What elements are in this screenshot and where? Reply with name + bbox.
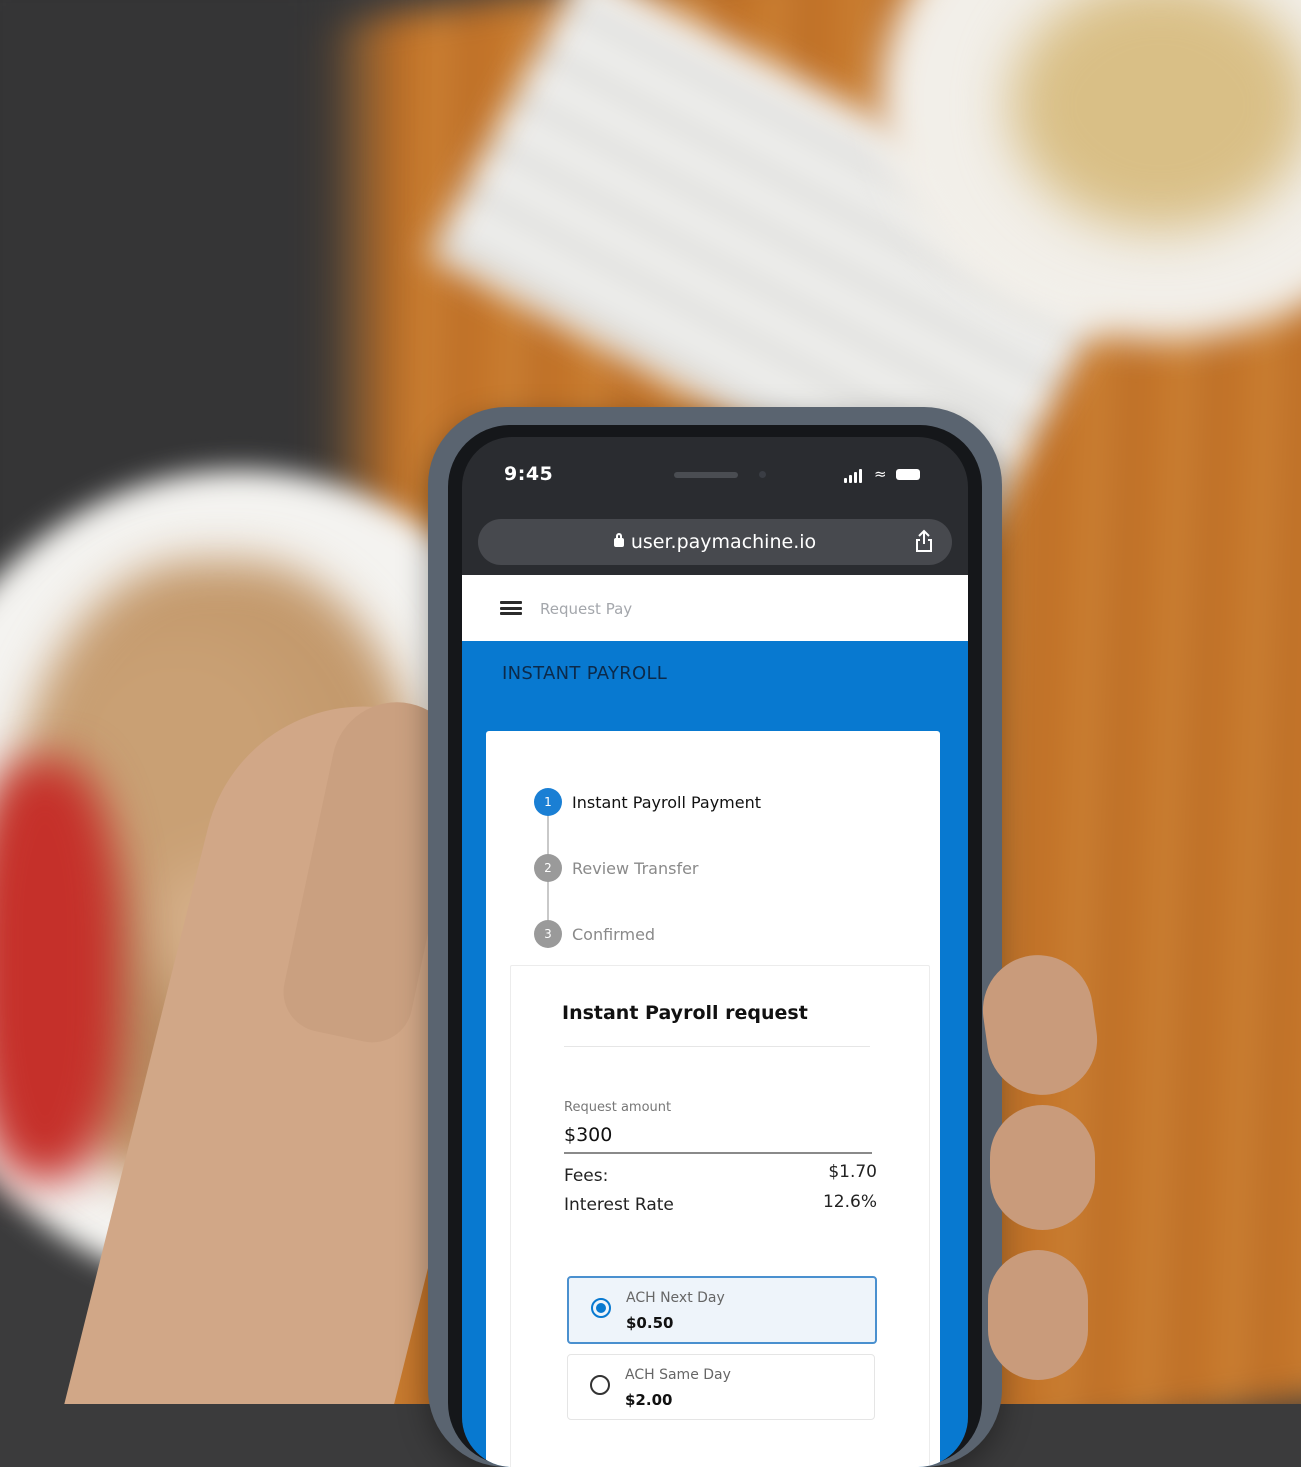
share-icon[interactable]: [914, 529, 934, 553]
wifi-icon: ≈: [874, 465, 887, 483]
front-camera: [759, 471, 766, 478]
status-icons: ≈: [844, 467, 928, 483]
battery-icon: [896, 469, 920, 480]
app-header: Request Pay: [462, 575, 968, 641]
step-label: Review Transfer: [572, 859, 699, 878]
input-underline: [564, 1152, 872, 1154]
option-price: $2.00: [625, 1391, 673, 1409]
radio-selected-icon[interactable]: [591, 1298, 611, 1318]
fees-value: $1.70: [828, 1162, 877, 1182]
interest-rate-value: 12.6%: [822, 1192, 877, 1212]
form-title: Instant Payroll request: [562, 1002, 808, 1024]
signal-bar: [859, 469, 862, 483]
status-bar: 9:45 ≈: [462, 437, 968, 505]
speaker-grille: [674, 472, 738, 478]
signal-bar: [854, 472, 857, 483]
header-title: Request Pay: [540, 600, 633, 618]
step-label: Instant Payroll Payment: [572, 793, 762, 812]
smartphone: 9:45 ≈ user.paymachine.io Request Pay IN…: [428, 407, 1002, 1467]
signal-icon: [844, 478, 847, 483]
step-number-badge: 1: [534, 788, 562, 816]
request-amount-label: Request amount: [564, 1100, 672, 1115]
step-label: Confirmed: [572, 925, 656, 944]
web-page: Request Pay INSTANT PAYROLL 1 Instant Pa…: [462, 575, 968, 1467]
option-label: ACH Same Day: [625, 1367, 731, 1383]
option-ach-same-day[interactable]: ACH Same Day $2.00: [567, 1354, 875, 1420]
option-price: $0.50: [626, 1314, 674, 1332]
step-number-badge: 2: [534, 854, 562, 882]
status-time: 9:45: [504, 463, 554, 485]
option-ach-next-day[interactable]: ACH Next Day $0.50: [567, 1276, 877, 1344]
payroll-request-form: Instant Payroll request Request amount $…: [510, 965, 930, 1467]
option-label: ACH Next Day: [626, 1290, 725, 1306]
page-banner-title: INSTANT PAYROLL: [502, 663, 668, 684]
phone-bezel: 9:45 ≈ user.paymachine.io Request Pay IN…: [448, 425, 982, 1467]
lock-icon: [613, 533, 624, 547]
finger: [988, 1250, 1088, 1380]
finger: [990, 1105, 1095, 1230]
step-number-badge: 3: [534, 920, 562, 948]
url-text: user.paymachine.io: [630, 531, 817, 553]
stepper-connector: [547, 881, 549, 925]
tomato: [0, 760, 120, 1180]
request-amount-input[interactable]: $300: [564, 1124, 612, 1146]
signal-bar: [849, 475, 852, 483]
hamburger-menu-icon[interactable]: [500, 601, 522, 615]
fees-label: Fees:: [564, 1166, 609, 1186]
phone-screen: 9:45 ≈ user.paymachine.io Request Pay IN…: [462, 437, 968, 1467]
divider: [564, 1046, 870, 1047]
url-display: user.paymachine.io: [478, 531, 952, 553]
address-bar[interactable]: user.paymachine.io: [478, 519, 952, 565]
interest-rate-label: Interest Rate: [564, 1195, 674, 1215]
radio-unselected-icon[interactable]: [590, 1375, 610, 1395]
request-card: 1 Instant Payroll Payment 2 Review Trans…: [486, 731, 940, 1467]
stepper-connector: [547, 815, 549, 859]
